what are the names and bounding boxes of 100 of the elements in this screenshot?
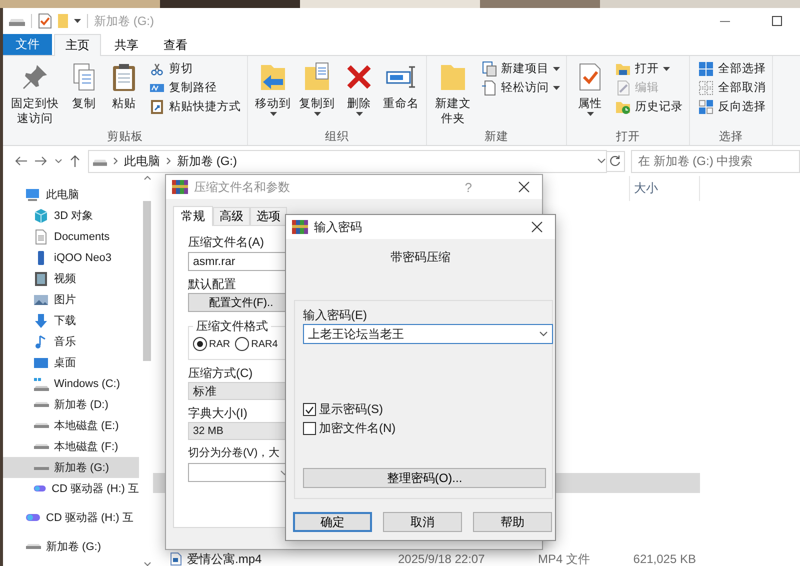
ribbon-button[interactable]: 新建项目 — [479, 59, 562, 78]
ribbon-button[interactable]: 粘贴 — [105, 59, 143, 129]
ribbon-button[interactable]: 删除 — [340, 59, 378, 129]
drive-icon — [33, 402, 49, 407]
page-icon — [481, 80, 497, 96]
drive-icon — [9, 16, 25, 26]
nav-item[interactable]: 新加卷 (G:) — [3, 457, 139, 478]
column-header[interactable]: 大小 — [630, 176, 700, 201]
ribbon-button[interactable]: 移动到 — [252, 59, 294, 129]
dialog-button[interactable]: 确定 — [293, 512, 372, 532]
ribbon-button[interactable]: 剪切 — [147, 59, 243, 78]
refresh-button[interactable] — [606, 150, 625, 172]
ribbon-tab[interactable]: 查看 — [152, 34, 199, 55]
grid-icon — [698, 60, 714, 76]
caret-icon — [356, 112, 362, 116]
close-icon — [531, 221, 543, 233]
right-arrow-icon — [35, 156, 47, 166]
film-icon — [33, 270, 49, 286]
drive-icon — [33, 423, 49, 428]
nav-item[interactable]: 下载 — [3, 310, 139, 331]
caret-icon — [314, 112, 320, 116]
checkbox[interactable] — [303, 403, 316, 416]
group-label: 选择 — [718, 130, 744, 145]
dialog-tab[interactable]: 选项 — [250, 207, 287, 225]
dialog-button[interactable]: 取消 — [383, 512, 462, 532]
ribbon-button[interactable]: 重命名 — [380, 59, 422, 129]
left-arrow-icon — [15, 156, 27, 166]
minimize-icon — [720, 20, 730, 22]
dialog-heading: 带密码压缩 — [390, 249, 452, 265]
nav-item[interactable]: 桌面 — [3, 352, 139, 373]
ribbon-button[interactable]: 反向选择 — [696, 97, 768, 116]
books-icon — [172, 180, 188, 194]
caret-icon — [74, 19, 81, 23]
ribbon-button[interactable]: 属性 — [571, 59, 609, 129]
caret-icon — [270, 112, 276, 116]
nav-item[interactable]: 3D 对象 — [3, 205, 139, 226]
file-tab[interactable]: 文件 — [3, 34, 52, 55]
nav-item[interactable]: 此电脑 — [3, 184, 139, 205]
nav-item[interactable]: Windows (C:) — [3, 373, 139, 394]
dialog-tab[interactable]: 常规 — [173, 206, 213, 226]
scrollbar-thumb[interactable] — [143, 201, 151, 361]
ribbon-button[interactable]: 历史记录 — [613, 97, 685, 116]
ribbon-tab[interactable]: 主页 — [54, 34, 101, 56]
nav-item[interactable]: iQOO Neo3 — [3, 247, 139, 268]
nav-item[interactable]: 新加卷 (G:) — [3, 536, 139, 557]
chevron-down-icon — [55, 159, 62, 163]
ribbon-button[interactable]: 打开 — [613, 59, 685, 78]
search-field[interactable]: 在 新加卷 (G:) 中搜索 — [631, 150, 800, 172]
ribbon-tab[interactable]: 共享 — [103, 34, 150, 55]
ribbon-button[interactable]: 固定到快速访问 — [7, 59, 63, 129]
ribbon-button[interactable]: 新建文件夹 — [431, 59, 475, 129]
ribbon-button[interactable]: 全部取消 — [696, 78, 768, 97]
radio-label: RAR4 — [251, 338, 278, 350]
ribbon-button[interactable]: 复制 — [65, 59, 103, 129]
nav-item[interactable]: CD 驱动器 (H:) 互 — [3, 507, 139, 528]
nav-item[interactable]: 新加卷 (D:) — [3, 394, 139, 415]
nav-item[interactable]: 本地磁盘 (F:) — [3, 436, 139, 457]
chevron-right-icon — [113, 157, 118, 165]
file-name[interactable]: 爱情公寓.mp4 — [187, 552, 262, 566]
document-icon — [33, 228, 49, 244]
chevron-down-icon — [539, 331, 548, 337]
file-type: MP4 文件 — [538, 552, 592, 566]
nav-item[interactable]: 音乐 — [3, 331, 139, 352]
breadcrumb[interactable]: 此电脑 — [124, 152, 160, 170]
check-icon — [305, 406, 314, 414]
breadcrumb[interactable]: 新加卷 (G:) — [177, 152, 237, 170]
field-label: 字典大小(I) — [188, 406, 248, 420]
dialog-title: 压缩文件名和参数 — [194, 178, 290, 196]
nav-item[interactable]: CD 驱动器 (H:) 互 — [3, 478, 139, 499]
windows-drive-icon — [33, 376, 49, 392]
password-field[interactable]: 上老王论坛当老王 — [303, 324, 553, 344]
dialog-button[interactable]: 帮助 — [473, 512, 552, 532]
address-bar[interactable]: 此电脑 新加卷 (G:) — [88, 150, 607, 172]
checkbox[interactable] — [303, 422, 316, 435]
dialog-tab[interactable]: 高级 — [213, 207, 250, 225]
nav-item[interactable]: 本地磁盘 (E:) — [3, 415, 139, 436]
ribbon-button[interactable]: 轻松访问 — [479, 78, 562, 97]
down-arrow-icon — [33, 312, 49, 328]
nav-item[interactable]: 视频 — [3, 268, 139, 289]
checkbox-label: 加密文件名(N) — [319, 420, 396, 437]
group-label: 压缩文件格式 — [195, 318, 269, 335]
radio-button[interactable] — [193, 337, 207, 351]
field-label: 切分为分卷(V)，大 — [188, 446, 280, 460]
ribbon-button[interactable]: 复制到 — [296, 59, 338, 129]
group-label: 组织 — [324, 130, 350, 145]
radio-button[interactable] — [235, 337, 250, 351]
organize-button[interactable]: 整理密码(O)... — [303, 468, 546, 488]
nav-item[interactable]: Documents — [3, 226, 139, 247]
ribbon-button[interactable]: 全部选择 — [696, 59, 768, 78]
ribbon-button[interactable]: 复制路径 — [147, 78, 243, 97]
group-label: 剪贴板 — [106, 129, 144, 145]
file-date: 2025/9/18 22:07 — [398, 552, 486, 566]
documents-icon — [481, 60, 497, 76]
ribbon-button[interactable]: 粘贴快捷方式 — [147, 97, 243, 116]
nav-item[interactable]: 图片 — [3, 289, 139, 310]
file-size: 621,025 KB — [632, 552, 697, 566]
drive-icon — [33, 465, 49, 470]
field-label: 压缩文件名(A) — [188, 235, 264, 249]
dialog-title: 输入密码 — [314, 218, 362, 236]
group-label: 打开 — [615, 130, 641, 145]
